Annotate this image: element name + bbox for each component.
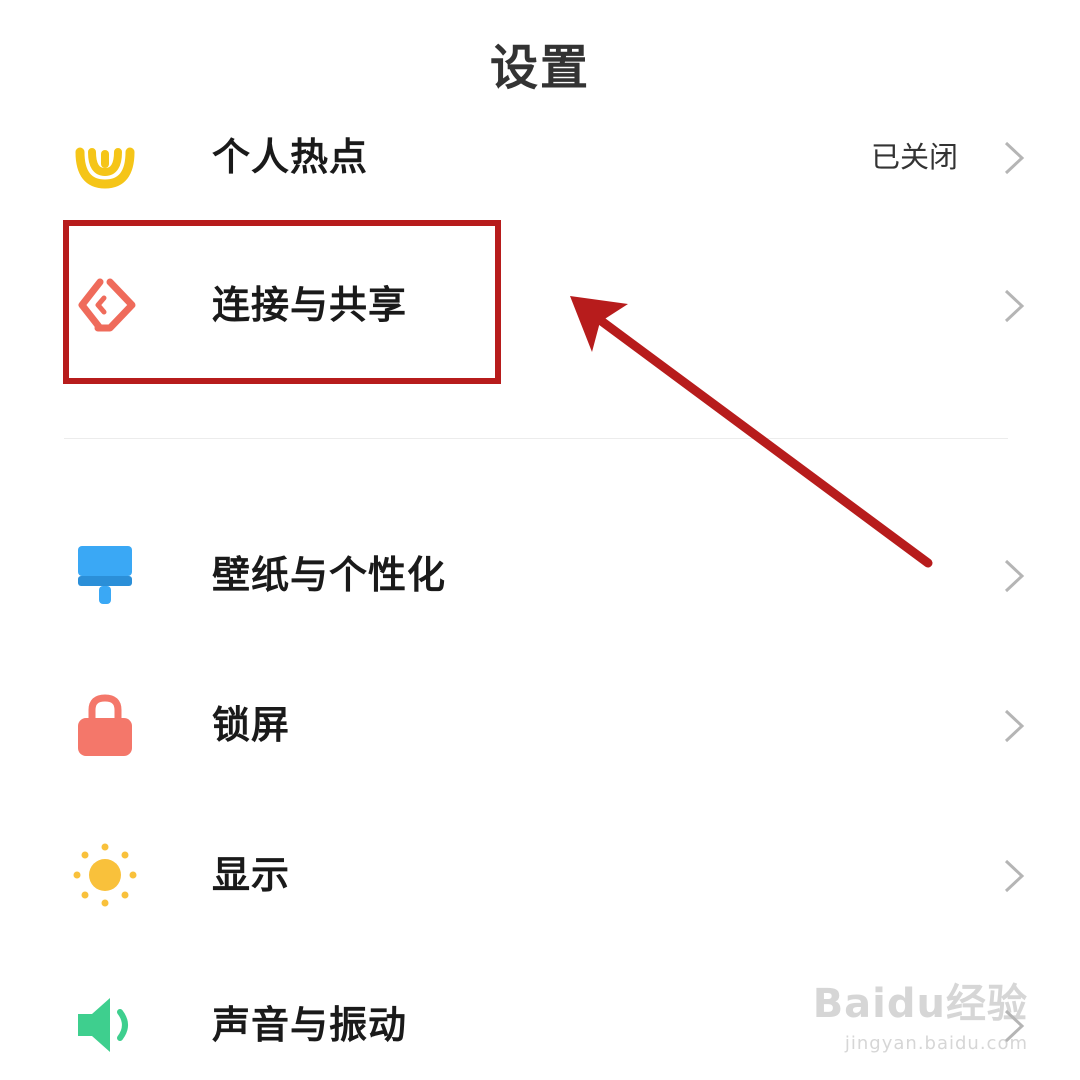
settings-item-lock-screen[interactable]: 锁屏 xyxy=(0,650,1080,800)
settings-item-connect-share[interactable]: 连接与共享 xyxy=(0,230,1080,380)
chevron-right-icon xyxy=(1002,708,1026,744)
settings-screen: 设置 个人热点 已关闭 连接与共享 壁纸与个性化 锁屏 显示 声音与振动 Bai… xyxy=(0,0,1080,1080)
chevron-right-icon xyxy=(1002,140,1026,176)
settings-item-label: 声音与振动 xyxy=(212,1003,408,1047)
settings-item-label: 显示 xyxy=(212,853,291,897)
chevron-right-icon xyxy=(1002,558,1026,594)
settings-item-label: 连接与共享 xyxy=(212,283,408,327)
lock-icon xyxy=(70,690,140,760)
settings-item-label: 锁屏 xyxy=(212,703,291,747)
settings-item-label: 壁纸与个性化 xyxy=(212,553,447,597)
connect-share-icon xyxy=(70,270,140,340)
settings-item-label: 个人热点 xyxy=(212,135,369,179)
hotspot-status: 已关闭 xyxy=(870,140,958,174)
settings-item-display[interactable]: 显示 xyxy=(0,800,1080,950)
chevron-right-icon xyxy=(1002,288,1026,324)
brush-icon xyxy=(70,540,140,610)
chevron-right-icon xyxy=(1002,858,1026,894)
speaker-icon xyxy=(70,990,140,1060)
sun-icon xyxy=(70,840,140,910)
watermark-brand: Baidu经验 xyxy=(812,981,1028,1027)
section-divider xyxy=(64,438,1008,439)
watermark: Baidu经验 jingyan.baidu.com xyxy=(813,971,1028,1054)
hotspot-icon xyxy=(70,122,140,192)
watermark-site: jingyan.baidu.com xyxy=(844,1033,1028,1054)
settings-item-hotspot[interactable]: 个人热点 已关闭 xyxy=(0,82,1080,232)
settings-item-wallpaper[interactable]: 壁纸与个性化 xyxy=(0,500,1080,650)
